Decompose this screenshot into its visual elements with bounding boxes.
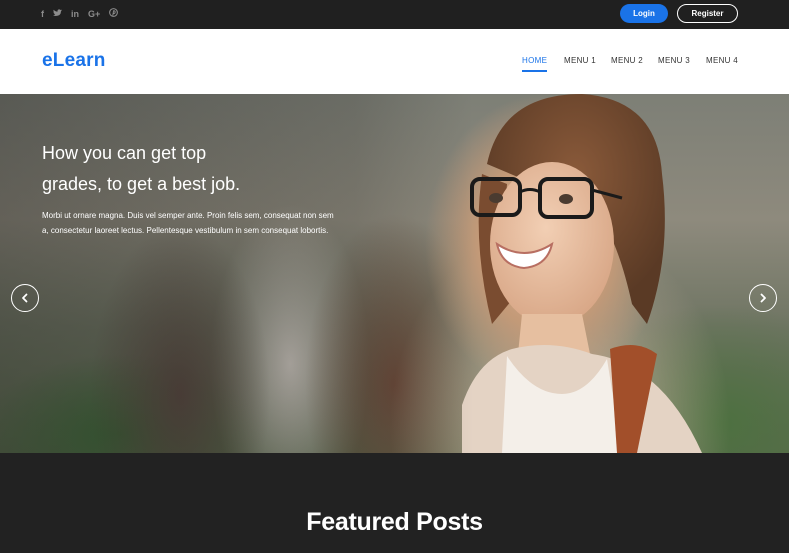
facebook-icon[interactable]: f xyxy=(41,8,44,20)
nav-item-menu-2[interactable]: MENU 2 xyxy=(611,56,643,65)
hero-slider: How you can get top grades, to get a bes… xyxy=(0,94,789,453)
pinterest-icon[interactable] xyxy=(109,8,119,20)
top-bar xyxy=(0,0,789,29)
hero-headline-line-2: grades, to get a best job. xyxy=(42,174,241,194)
login-button[interactable]: Login xyxy=(620,4,668,23)
hero-headline: How you can get top grades, to get a bes… xyxy=(42,138,342,200)
nav-item-menu-3[interactable]: MENU 3 xyxy=(658,56,690,65)
hero-headline-line-1: How you can get top xyxy=(42,143,207,163)
nav-item-menu-1[interactable]: MENU 1 xyxy=(564,56,596,65)
linkedin-icon[interactable]: in xyxy=(71,8,79,20)
slider-prev-button[interactable] xyxy=(11,284,39,312)
active-nav-underline xyxy=(522,70,547,72)
nav-item-menu-4[interactable]: MENU 4 xyxy=(706,56,738,65)
featured-posts-title: Featured Posts xyxy=(306,508,483,536)
nav-item-home[interactable]: HOME xyxy=(522,56,547,65)
hero-description: Morbi ut ornare magna. Duis vel semper a… xyxy=(42,211,334,235)
featured-section xyxy=(0,453,789,553)
social-links: f in G+ xyxy=(41,8,119,20)
register-button[interactable]: Register xyxy=(677,4,738,23)
chevron-right-icon xyxy=(760,293,766,303)
logo[interactable]: eLearn xyxy=(42,50,106,72)
chevron-left-icon xyxy=(22,293,28,303)
slider-next-button[interactable] xyxy=(749,284,777,312)
twitter-icon[interactable] xyxy=(53,8,62,20)
google-plus-icon[interactable]: G+ xyxy=(88,8,100,20)
